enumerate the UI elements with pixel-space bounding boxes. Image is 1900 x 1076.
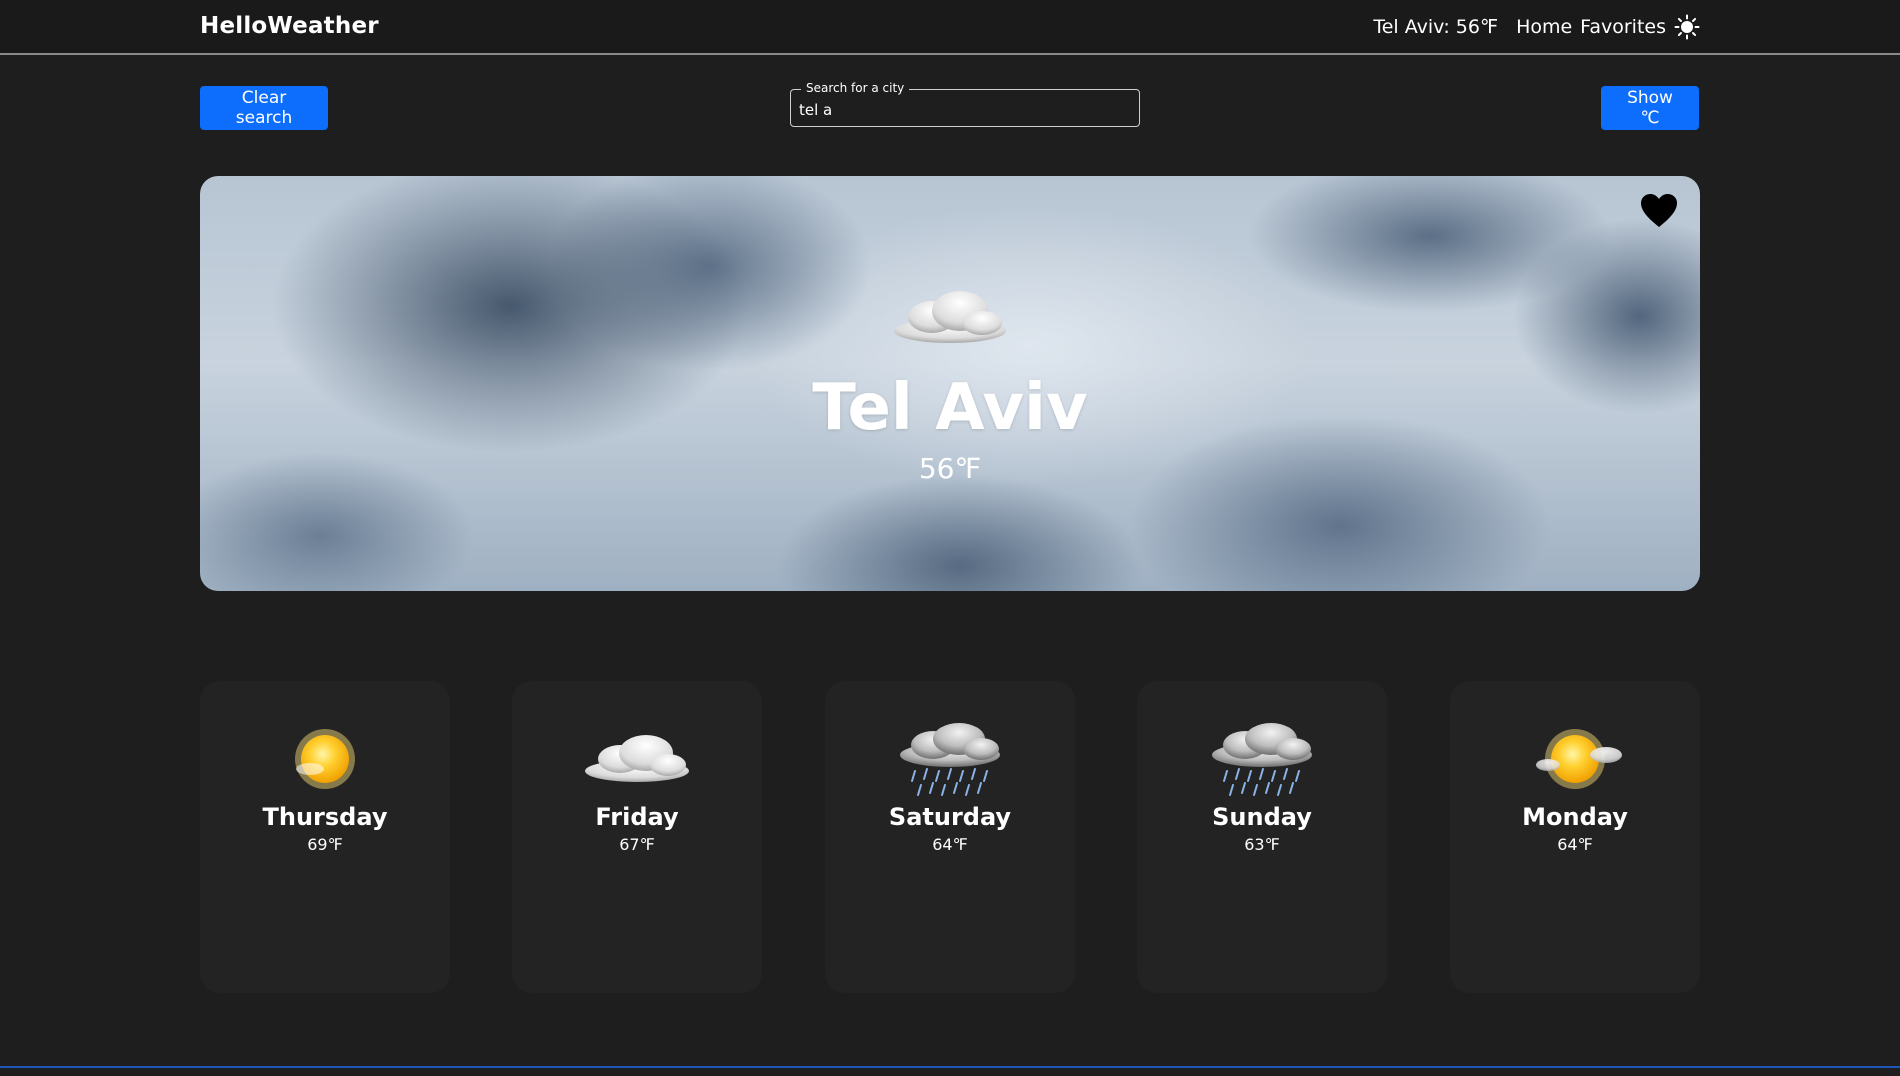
brand-logo[interactable]: HelloWeather (200, 13, 379, 39)
current-weather-hero: Tel Aviv 56℉ (200, 176, 1700, 591)
search-label: Search for a city (801, 81, 910, 95)
current-weather-summary: Tel Aviv: 56℉ (1373, 16, 1499, 38)
city-name: Tel Aviv (812, 371, 1088, 445)
forecast-card-friday[interactable]: Friday 67℉ (512, 681, 762, 993)
clear-search-button[interactable]: Clear search (200, 86, 328, 130)
forecast-temp: 63℉ (1244, 835, 1280, 854)
search-input[interactable] (799, 101, 1119, 119)
search-field[interactable]: Search for a city (790, 81, 1140, 127)
current-temperature: 56℉ (918, 452, 982, 485)
forecast-temp: 64℉ (1557, 835, 1593, 854)
unit-toggle-button[interactable]: Show ℃ (1601, 86, 1699, 130)
navbar: HelloWeather Tel Aviv: 56℉ Home Favorite… (0, 0, 1900, 55)
forecast-temp: 64℉ (932, 835, 968, 854)
forecast-card-monday[interactable]: Monday 64℉ (1450, 681, 1700, 993)
forecast-day: Monday (1522, 803, 1628, 831)
nav-link-home[interactable]: Home (1516, 16, 1572, 38)
partly-sunny-icon (1536, 729, 1622, 789)
forecast-card-saturday[interactable]: Saturday 64℉ (825, 681, 1075, 993)
forecast-card-sunday[interactable]: Sunday 63℉ (1137, 681, 1387, 993)
forecast-temp: 69℉ (307, 835, 343, 854)
rain-icon (1212, 723, 1312, 796)
forecast-day: Saturday (888, 803, 1012, 831)
cloudy-icon (894, 291, 1006, 343)
nav-right: Tel Aviv: 56℉ Home Favorites (1373, 14, 1700, 40)
forecast-day: Thursday (262, 803, 388, 831)
bottom-border (0, 1066, 1900, 1068)
cloudy-icon (585, 735, 689, 782)
nav-link-favorites[interactable]: Favorites (1580, 16, 1666, 38)
heart-icon[interactable] (1640, 193, 1678, 229)
sunny-icon (295, 729, 355, 789)
forecast-day: Sunday (1212, 803, 1312, 831)
rain-icon (900, 723, 1000, 796)
forecast-card-thursday[interactable]: Thursday 69℉ (200, 681, 450, 993)
sun-icon[interactable] (1674, 14, 1700, 40)
forecast-temp: 67℉ (619, 835, 655, 854)
forecast-day: Friday (595, 803, 679, 831)
